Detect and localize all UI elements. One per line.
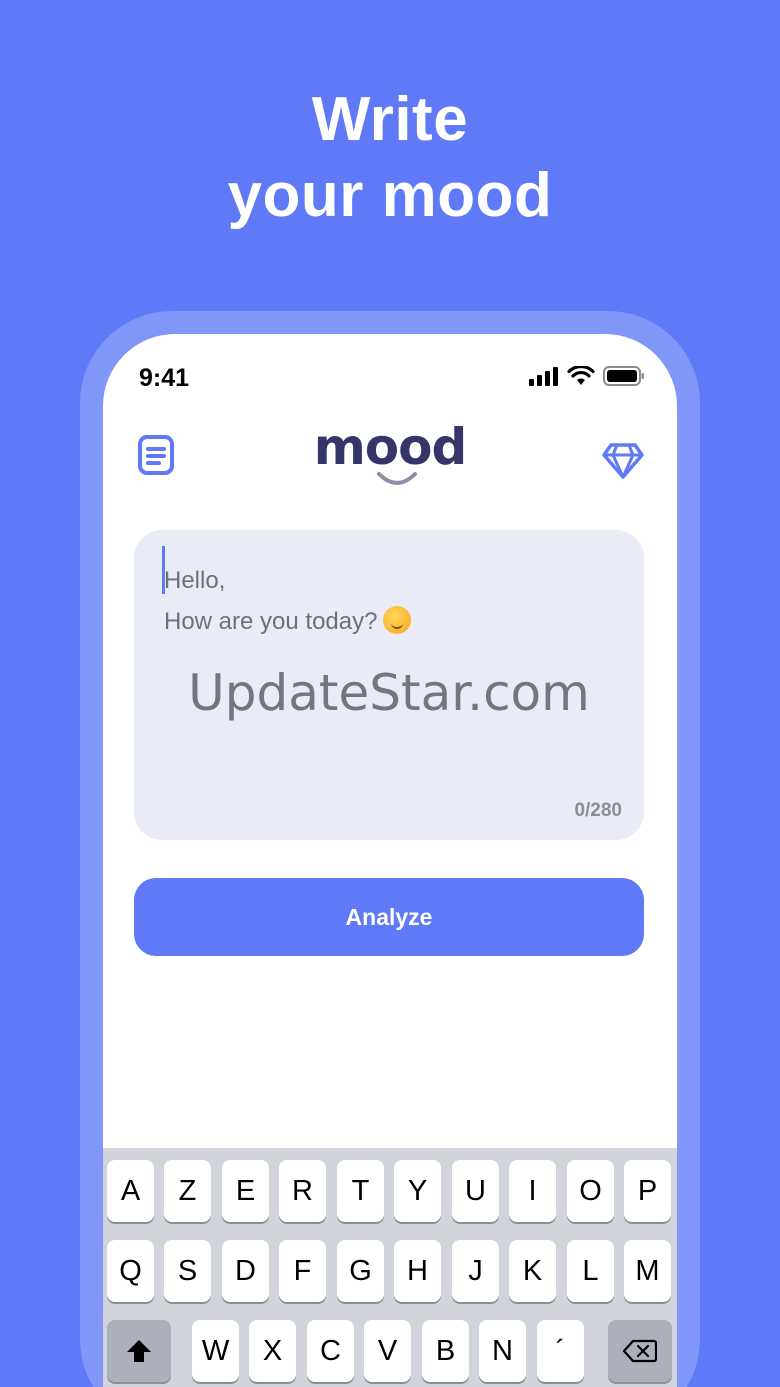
key-m[interactable]: M <box>624 1240 671 1302</box>
keyboard: A Z E R T Y U I O P Q S D F G H J K L M … <box>103 1148 677 1387</box>
input-placeholder: Hello, How are you today? <box>164 560 412 642</box>
smiling-face-icon <box>383 606 412 634</box>
backspace-key[interactable] <box>608 1320 672 1382</box>
key-z[interactable]: Z <box>164 1160 211 1222</box>
key-acute-accent[interactable]: ´ <box>537 1320 584 1382</box>
wifi-icon <box>567 366 595 385</box>
key-o[interactable]: O <box>567 1160 614 1222</box>
logo-smile-icon <box>377 472 417 485</box>
cellular-signal-icon <box>529 367 558 386</box>
key-t[interactable]: T <box>337 1160 384 1222</box>
battery-icon <box>603 366 644 386</box>
key-j[interactable]: J <box>452 1240 499 1302</box>
app-logo: mood <box>313 418 468 476</box>
key-x[interactable]: X <box>249 1320 296 1382</box>
phone-screen: 9:41 mood Hello, How are you today? Upda… <box>103 334 677 1387</box>
mood-text-input[interactable]: Hello, How are you today? UpdateStar.com… <box>134 530 644 840</box>
key-s[interactable]: S <box>164 1240 211 1302</box>
question-text: How are you today? <box>164 608 378 635</box>
key-b[interactable]: B <box>422 1320 469 1382</box>
key-p[interactable]: P <box>624 1160 671 1222</box>
headline: Write your mood <box>0 82 780 234</box>
premium-diamond-icon[interactable] <box>601 442 645 484</box>
key-l[interactable]: L <box>567 1240 614 1302</box>
key-v[interactable]: V <box>364 1320 411 1382</box>
key-f[interactable]: F <box>279 1240 326 1302</box>
watermark-text: UpdateStar.com <box>188 664 590 722</box>
key-g[interactable]: G <box>337 1240 384 1302</box>
key-n[interactable]: N <box>479 1320 526 1382</box>
key-a[interactable]: A <box>107 1160 154 1222</box>
shift-key[interactable] <box>107 1320 171 1382</box>
key-w[interactable]: W <box>192 1320 239 1382</box>
key-u[interactable]: U <box>452 1160 499 1222</box>
greeting-text: Hello, <box>164 567 226 594</box>
status-time: 9:41 <box>139 364 190 392</box>
headline-line-1: Write <box>311 85 469 154</box>
analyze-button[interactable]: Analyze <box>134 878 644 956</box>
headline-line-2: your mood <box>227 161 553 230</box>
shift-arrow-icon <box>127 1340 151 1362</box>
key-i[interactable]: I <box>509 1160 556 1222</box>
key-r[interactable]: R <box>279 1160 326 1222</box>
key-k[interactable]: K <box>509 1240 556 1302</box>
key-d[interactable]: D <box>222 1240 269 1302</box>
status-icons <box>529 366 645 386</box>
key-y[interactable]: Y <box>394 1160 441 1222</box>
character-counter: 0/280 <box>574 800 622 821</box>
key-q[interactable]: Q <box>107 1240 154 1302</box>
key-e[interactable]: E <box>222 1160 269 1222</box>
backspace-icon <box>623 1339 657 1363</box>
key-c[interactable]: C <box>307 1320 354 1382</box>
key-h[interactable]: H <box>394 1240 441 1302</box>
